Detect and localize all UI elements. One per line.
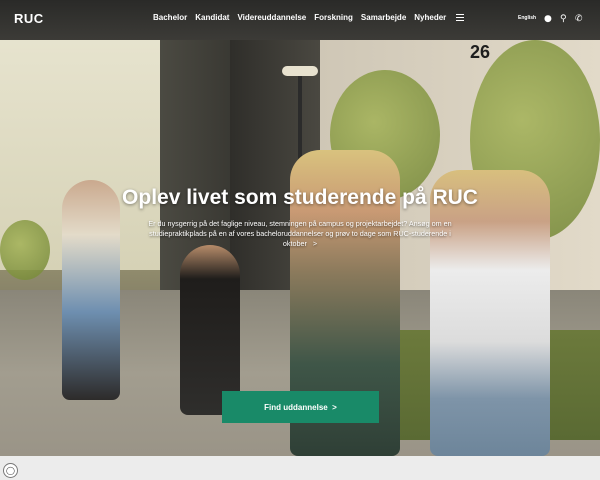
nav-item-kandidat[interactable]: Kandidat xyxy=(195,13,229,22)
hero-subtext: Er du nysgerrig på det faglige niveau, s… xyxy=(148,219,452,249)
nav-item-forskning[interactable]: Forskning xyxy=(314,13,353,22)
bottom-bar xyxy=(0,456,600,480)
nav-item-bachelor[interactable]: Bachelor xyxy=(153,13,187,22)
user-icon[interactable]: ● xyxy=(544,14,552,24)
nav-item-samarbejde[interactable]: Samarbejde xyxy=(361,13,406,22)
hero-subtext-text: Er du nysgerrig på det faglige niveau, s… xyxy=(148,219,452,248)
search-icon[interactable]: ⚲ xyxy=(560,14,567,24)
nav-item-nyheder[interactable]: Nyheder xyxy=(414,13,446,22)
main-nav: Bachelor Kandidat Videreuddannelse Forsk… xyxy=(153,13,454,22)
language-switch[interactable]: English xyxy=(518,15,536,21)
menu-icon[interactable] xyxy=(456,14,464,22)
accessibility-icon[interactable]: ◯ xyxy=(3,463,18,478)
cta-label: Find uddannelse xyxy=(264,402,328,412)
phone-icon[interactable]: ✆ xyxy=(575,14,583,24)
tree xyxy=(0,220,50,280)
person xyxy=(62,180,120,400)
nav-item-videreuddannelse[interactable]: Videreuddannelse xyxy=(237,13,306,22)
find-uddannelse-button[interactable]: Find uddannelse > xyxy=(222,391,379,423)
ruc-logo[interactable]: RUC xyxy=(14,11,44,26)
hero-subtext-arrow[interactable]: > xyxy=(313,239,317,248)
street-lamp-head xyxy=(282,66,318,76)
hero-headline: Oplev livet som studerende på RUC xyxy=(122,186,478,209)
person xyxy=(430,170,550,456)
chevron-right-icon: > xyxy=(332,402,337,412)
person xyxy=(180,245,240,415)
building-number: 26 xyxy=(470,42,491,62)
